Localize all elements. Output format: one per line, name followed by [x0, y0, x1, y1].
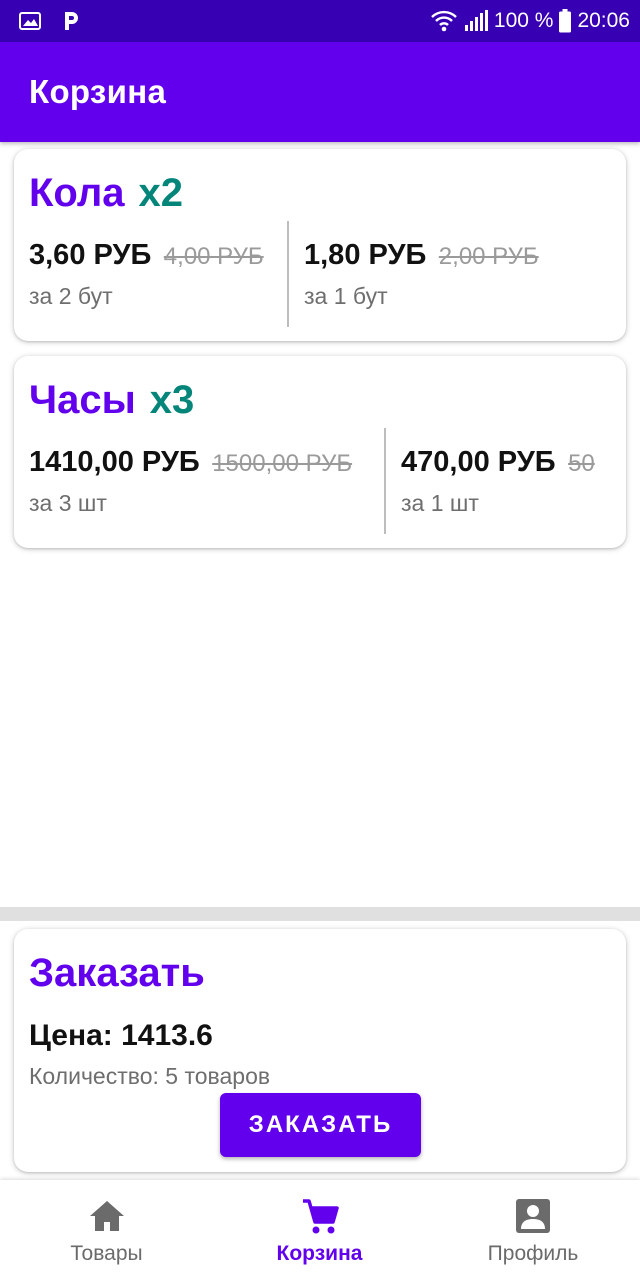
panel-separator — [0, 907, 640, 921]
unit-label: за 1 бут — [304, 283, 388, 309]
battery-level: 100 % — [493, 9, 554, 32]
app-bar: Корзина — [0, 42, 640, 142]
nav-label-profile: Профиль — [487, 1242, 579, 1265]
nav-label-cart: Корзина — [276, 1242, 363, 1265]
total-price: 1410,00 РУБ — [29, 446, 200, 478]
total-old-price: 4,00 РУБ — [163, 243, 264, 270]
p-app-icon — [60, 9, 82, 38]
wifi-icon — [430, 0, 458, 42]
nav-item-profile[interactable]: Профиль — [426, 1180, 640, 1280]
status-bar: 100 % 20:06 — [0, 0, 640, 42]
total-old-price: 1500,00 РУБ — [212, 450, 353, 477]
unit-price: 1,80 РУБ — [304, 239, 427, 271]
order-item-count: Количество: 5 товаров — [29, 1063, 271, 1089]
total-price: 3,60 РУБ — [29, 239, 152, 271]
unit-price-group: 1,80 РУБ 2,00 РУБ — [304, 239, 614, 283]
account-box-icon — [515, 1198, 551, 1239]
unit-old-price: 2,00 РУБ — [438, 243, 539, 270]
order-total-price: Цена: 1413.6 — [29, 1019, 213, 1052]
place-order-button[interactable]: ЗАКАЗАТЬ — [220, 1093, 421, 1157]
product-header: Часы x3 — [29, 378, 194, 423]
price-divider — [384, 428, 386, 534]
product-header: Кола x2 — [29, 171, 183, 216]
product-quantity: x3 — [149, 378, 195, 422]
product-quantity: x2 — [138, 171, 184, 215]
status-time: 20:06 — [577, 9, 630, 32]
total-price-group: 1410,00 РУБ 1500,00 РУБ — [29, 446, 385, 490]
unit-label: за 1 шт — [401, 490, 479, 516]
signal-icon — [464, 0, 488, 42]
order-card: Заказать Цена: 1413.6 Количество: 5 това… — [14, 929, 626, 1172]
unit-old-price: 50 — [568, 450, 595, 477]
battery-icon — [559, 0, 572, 42]
unit-price-group: 470,00 РУБ 50 — [401, 446, 614, 490]
total-unit-label: за 3 шт — [29, 490, 107, 516]
cart-item-card[interactable]: Кола x2 3,60 РУБ 4,00 РУБ за 2 бут 1,80 … — [14, 149, 626, 341]
bottom-navigation: Товары Корзина Профиль — [0, 1180, 640, 1280]
cart-item-card[interactable]: Часы x3 1410,00 РУБ 1500,00 РУБ за 3 шт … — [14, 356, 626, 548]
home-icon — [87, 1198, 127, 1239]
image-icon — [18, 10, 42, 37]
price-divider — [287, 221, 289, 327]
product-name: Кола — [29, 171, 125, 215]
total-unit-label: за 2 бут — [29, 283, 113, 309]
nav-item-products[interactable]: Товары — [0, 1180, 213, 1280]
nav-label-products: Товары — [70, 1242, 143, 1265]
product-name: Часы — [29, 378, 136, 422]
order-title: Заказать — [29, 951, 205, 995]
unit-price: 470,00 РУБ — [401, 446, 556, 478]
page-title: Корзина — [29, 73, 167, 110]
cart-icon — [300, 1198, 340, 1241]
nav-item-cart[interactable]: Корзина — [213, 1180, 426, 1280]
total-price-group: 3,60 РУБ 4,00 РУБ — [29, 239, 287, 283]
